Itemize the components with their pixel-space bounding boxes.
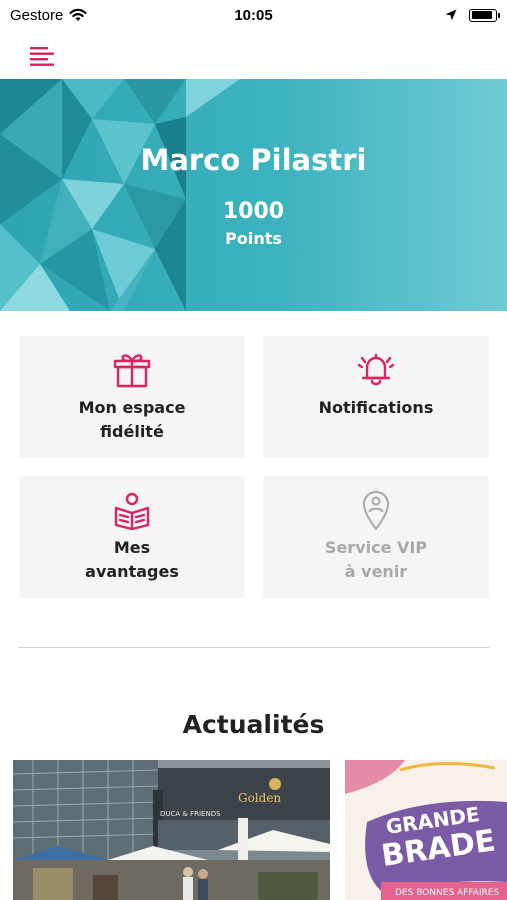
points-label: Points xyxy=(225,229,282,248)
news-section-title: Actualités xyxy=(182,710,325,739)
status-left: Gestore xyxy=(10,7,87,24)
top-nav xyxy=(0,30,507,78)
tile-label-line1: Notifications xyxy=(318,398,434,417)
carrier-label: Gestore xyxy=(10,6,64,24)
shopping-center-terrace-photo: DUCA & FRIENDS Golden xyxy=(13,760,330,900)
status-bar: Gestore 10:05 xyxy=(0,0,507,30)
tile-label-line1: Service VIP xyxy=(324,538,428,557)
wifi-icon xyxy=(69,8,87,21)
battery-level xyxy=(471,11,493,19)
gift-icon xyxy=(19,350,245,390)
section-divider xyxy=(18,647,489,648)
tile-label-line2: fidélité xyxy=(100,422,164,441)
poster-tagline: DES BONNES AFFAIRES xyxy=(395,888,499,898)
menu-button[interactable] xyxy=(24,40,58,70)
status-right xyxy=(445,8,500,22)
profile-header: Marco Pilastri 1000 Points xyxy=(0,79,507,311)
shop-sign-duca: DUCA & FRIENDS xyxy=(160,810,221,818)
tile-benefits[interactable]: Mes avantages xyxy=(19,476,245,598)
news-card-shopping-center[interactable]: DUCA & FRIENDS Golden xyxy=(13,760,330,900)
tile-loyalty-space[interactable]: Mon espace fidélité xyxy=(19,336,245,458)
news-card-grande-braderie[interactable]: GRANDE BRADE DES BONNES AFFAIRES xyxy=(345,760,507,900)
reader-icon xyxy=(19,490,245,530)
tile-notifications[interactable]: Notifications xyxy=(263,336,489,458)
tile-vip-service: Service VIP à venir xyxy=(263,476,489,598)
triangle-pattern xyxy=(0,79,240,311)
grande-braderie-poster: GRANDE BRADE DES BONNES AFFAIRES xyxy=(345,760,507,900)
bell-icon xyxy=(263,350,489,390)
tile-label-line1: Mes xyxy=(113,538,151,557)
points-value: 1000 xyxy=(222,199,285,224)
location-pin-icon xyxy=(263,490,489,530)
shop-sign-golden: Golden xyxy=(238,791,281,805)
tile-label-line2: à venir xyxy=(344,562,408,581)
menu-icon xyxy=(30,47,54,66)
location-arrow-icon xyxy=(445,9,457,21)
tile-label-line2: avantages xyxy=(85,562,179,581)
member-name: Marco Pilastri xyxy=(140,143,367,177)
tile-label-line1: Mon espace xyxy=(78,398,186,417)
battery-icon xyxy=(469,8,500,22)
